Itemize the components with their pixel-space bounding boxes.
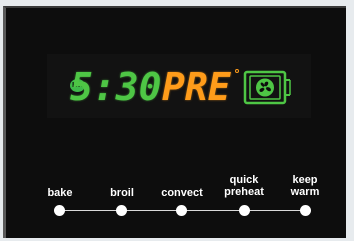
convect-label: convect: [161, 187, 203, 199]
oven-control-panel: HR 5:30 PRE bake broil convect quick pre…: [0, 0, 354, 241]
keep-warm-label: keep warm: [274, 174, 336, 198]
keep-warm-label-line2: warm: [290, 186, 320, 198]
quick-preheat-label-line1: quick: [229, 174, 259, 186]
quick-preheat-label: quick preheat: [213, 174, 275, 198]
quick-preheat-button[interactable]: [239, 205, 250, 216]
keep-warm-label-line1: keep: [292, 174, 318, 186]
broil-label: broil: [110, 187, 134, 199]
broil-button[interactable]: [116, 205, 127, 216]
bake-button[interactable]: [54, 205, 65, 216]
control-panel-frame: HR 5:30 PRE bake broil convect quick pre…: [3, 6, 346, 238]
convect-button[interactable]: [176, 205, 187, 216]
button-strip: bake broil convect quick preheat keep wa…: [6, 8, 346, 238]
keep-warm-button[interactable]: [300, 205, 311, 216]
quick-preheat-label-line2: preheat: [224, 186, 264, 198]
bake-label: bake: [47, 187, 73, 199]
